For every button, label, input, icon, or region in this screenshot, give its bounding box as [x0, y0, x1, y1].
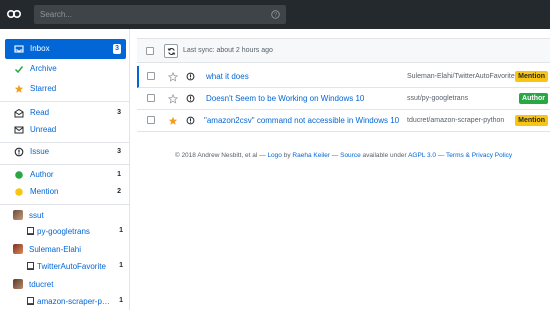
count-badge: 3 — [113, 44, 121, 54]
issue-icon — [14, 147, 24, 157]
notification-repo[interactable]: Suleman-Elahi/TwitterAutoFavorite — [407, 73, 515, 80]
avatar — [13, 279, 23, 289]
star-outline-icon[interactable] — [168, 72, 178, 82]
last-sync-text: Last sync: about 2 hours ago — [183, 47, 273, 54]
sidebar: Inbox 3 Archive Starred Read 3 Unread Is… — [0, 29, 130, 310]
repo-icon — [27, 297, 34, 305]
count-badge: 1 — [119, 262, 123, 269]
owner-name: tducret — [29, 279, 54, 289]
notification-row[interactable]: Doesn't Seem to be Working on Windows 10… — [137, 88, 550, 110]
count-badge: 3 — [117, 148, 121, 155]
issue-icon — [186, 94, 195, 103]
search-box[interactable]: ? — [34, 5, 286, 24]
source-link[interactable]: Source — [340, 152, 361, 159]
notification-row[interactable]: what it does Suleman-Elahi/TwitterAutoFa… — [137, 66, 550, 88]
mail-icon — [14, 125, 24, 135]
sidebar-item-inbox[interactable]: Inbox 3 — [5, 39, 126, 59]
star-filled-icon[interactable] — [168, 116, 178, 126]
repo-name: TwitterAutoFavorite — [37, 262, 106, 271]
owner-name: Suleman-Elahi — [29, 244, 82, 254]
owner-suleman-elahi[interactable]: Suleman-Elahi — [13, 242, 81, 256]
select-all-checkbox[interactable] — [146, 47, 154, 55]
sidebar-item-mention[interactable]: Mention 2 — [5, 182, 126, 202]
footer-text: by — [283, 152, 291, 159]
sidebar-item-label: Starred — [30, 84, 57, 93]
terms-link[interactable]: Terms & Privacy Policy — [446, 152, 512, 159]
sidebar-item-label: Issue — [30, 147, 50, 156]
yellow-dot-icon — [14, 187, 24, 197]
repo-name: amazon-scraper-pyth.. — [37, 297, 113, 306]
avatar — [13, 244, 23, 254]
footer-separator: — — [437, 152, 445, 159]
sidebar-item-label: Read — [30, 108, 50, 117]
divider — [0, 204, 129, 205]
notification-repo[interactable]: tducret/amazon-scraper-python — [407, 117, 504, 124]
copyright-text: © 2018 Andrew Nesbitt, et al — — [174, 152, 266, 159]
notification-title[interactable]: Doesn't Seem to be Working on Windows 10 — [206, 94, 364, 103]
repo-twitterautofavorite[interactable]: TwitterAutoFavorite 1 — [27, 260, 123, 274]
notifications-toolbar: Last sync: about 2 hours ago — [137, 38, 550, 63]
repo-amazon-scraper-python[interactable]: amazon-scraper-pyth.. 1 — [27, 295, 123, 309]
logo-link[interactable]: Logo — [267, 152, 281, 159]
sync-button[interactable] — [164, 44, 178, 58]
notification-repo[interactable]: ssut/py-googletrans — [407, 95, 468, 102]
reason-badge: Mention — [515, 71, 548, 82]
footer-text: available under — [362, 152, 407, 159]
sidebar-item-starred[interactable]: Starred — [5, 79, 126, 99]
notification-row[interactable]: "amazon2csv" command not accessible in W… — [137, 110, 550, 132]
owner-ssut[interactable]: ssut — [13, 208, 44, 222]
logo-author-link[interactable]: Raeha Keiler — [292, 152, 330, 159]
row-checkbox[interactable] — [147, 94, 155, 102]
sidebar-item-unread[interactable]: Unread — [5, 120, 126, 140]
sidebar-item-issue[interactable]: Issue 3 — [5, 142, 126, 162]
search-input[interactable] — [40, 8, 260, 21]
notification-title[interactable]: "amazon2csv" command not accessible in W… — [204, 116, 399, 125]
star-outline-icon[interactable] — [168, 94, 178, 104]
top-bar: ? — [0, 0, 550, 29]
inbox-icon — [14, 44, 24, 54]
repo-py-googletrans[interactable]: py-googletrans 1 — [27, 225, 123, 239]
reason-badge: Author — [519, 93, 548, 104]
repo-icon — [27, 262, 34, 270]
reason-badge: Mention — [515, 115, 548, 126]
license-link[interactable]: AGPL 3.0 — [408, 152, 436, 159]
sidebar-item-label: Author — [30, 170, 54, 179]
sync-icon — [167, 47, 175, 55]
avatar — [13, 210, 23, 220]
count-badge: 1 — [119, 297, 123, 304]
count-badge: 2 — [117, 188, 121, 195]
issue-icon — [186, 72, 195, 81]
sidebar-item-label: Unread — [30, 125, 57, 134]
repo-icon — [27, 227, 34, 235]
footer: © 2018 Andrew Nesbitt, et al — Logo by R… — [137, 152, 550, 159]
check-icon — [14, 64, 24, 74]
green-dot-icon — [14, 170, 24, 180]
star-icon — [14, 84, 24, 94]
mail-read-icon — [14, 108, 24, 118]
divider — [0, 101, 129, 102]
sidebar-item-label: Mention — [30, 187, 59, 196]
notification-title[interactable]: what it does — [206, 72, 249, 81]
sidebar-item-label: Archive — [30, 64, 57, 73]
row-checkbox[interactable] — [147, 72, 155, 80]
owner-name: ssut — [29, 210, 44, 220]
help-icon[interactable]: ? — [271, 10, 280, 19]
count-badge: 1 — [117, 171, 121, 178]
octobox-logo-icon[interactable] — [7, 9, 21, 19]
row-checkbox[interactable] — [147, 116, 155, 124]
sidebar-item-archive[interactable]: Archive — [5, 59, 126, 79]
count-badge: 3 — [117, 109, 121, 116]
repo-name: py-googletrans — [37, 227, 90, 236]
owner-tducret[interactable]: tducret — [13, 277, 53, 291]
sidebar-item-label: Inbox — [30, 44, 50, 53]
footer-separator: — — [331, 152, 339, 159]
issue-icon — [186, 116, 195, 125]
count-badge: 1 — [119, 227, 123, 234]
